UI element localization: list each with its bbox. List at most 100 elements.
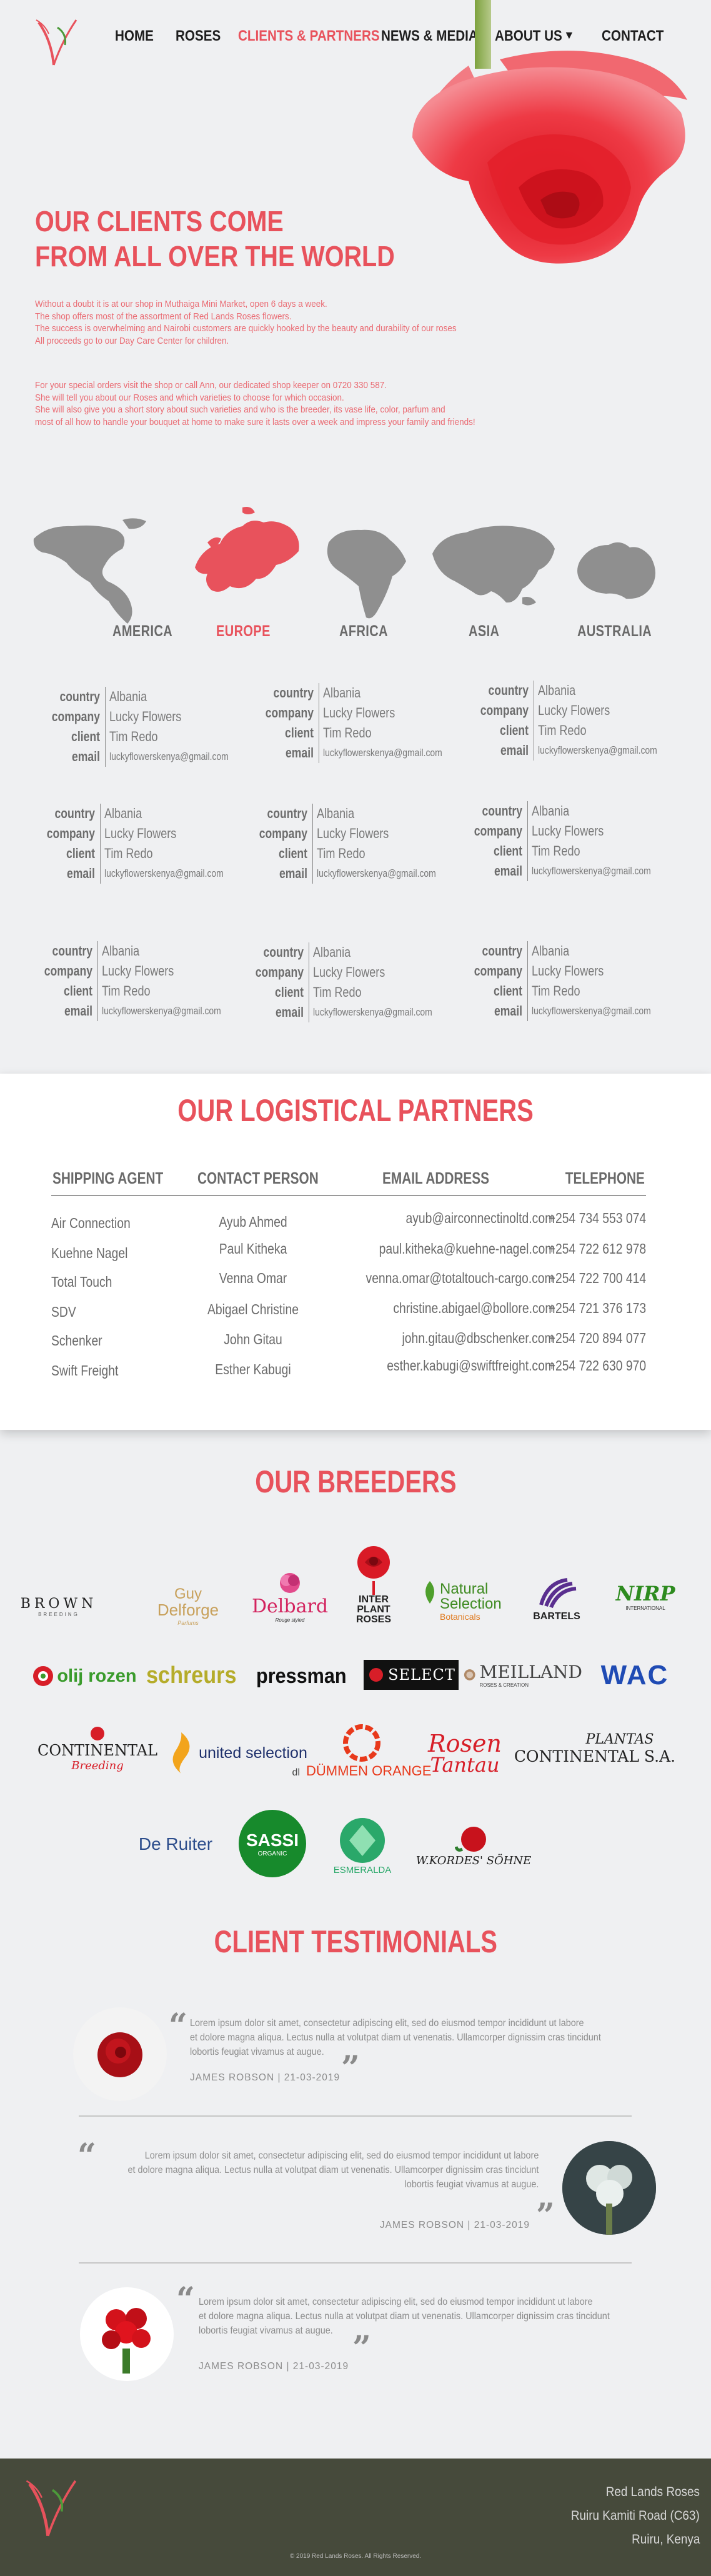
cell-phone[interactable]: +254 722 612 978 [549,1239,646,1258]
testimonial-divider [79,2262,632,2264]
nav-home[interactable]: HOME [115,27,154,45]
breeder-subname: Breeding [71,1759,124,1772]
breeder-logo-continental-breeding[interactable]: CONTINENTAL Breeding [37,1717,157,1780]
breeder-name: BROWN [20,1596,97,1612]
continental-rose-icon [91,1726,104,1740]
client-email[interactable]: luckyflowerskenya@gmail.com [532,861,651,881]
client-card: country company client email Albania Lucky F… [245,683,457,764]
breeder-logo-pressman[interactable]: pressman [245,1662,357,1690]
breeder-logo-kordes[interactable]: W.KORDES' SÖHNE [411,1817,536,1874]
client-card: country company client email Albania Lucky F… [26,804,239,885]
breeder-logo-de-ruiter[interactable]: De Ruiter [129,1822,222,1866]
client-key: country [59,689,100,704]
map-asia[interactable] [429,516,560,622]
breeder-logo-united-selection[interactable]: united selection [164,1731,307,1775]
breeder-logo-natural-selection[interactable]: Natural Selection Botanicals [419,1574,506,1630]
cell-email[interactable]: venna.omar@totaltouch-cargo.com [366,1269,555,1287]
cell-phone[interactable]: +254 734 553 074 [549,1209,646,1227]
nav-clients-partners[interactable]: CLIENTS & PARTNERS [238,27,380,45]
breeder-subname: Botanicals [440,1612,480,1622]
client-key: email [275,1004,304,1020]
client-email[interactable]: luckyflowerskenya@gmail.com [313,1002,432,1022]
region-tab-europe[interactable]: EUROPE [216,622,271,641]
region-tab-america[interactable]: AMERICA [112,622,172,641]
cell-phone[interactable]: +254 722 700 414 [549,1269,646,1287]
intro-line: All proceeds go to our Day Care Center f… [35,336,229,346]
client-key: email [66,866,95,881]
breeder-logo-nirp[interactable]: NIRP INTERNATIONAL [612,1565,679,1627]
breeder-logo-sassi[interactable]: SASSI ORGANIC [239,1810,306,1877]
map-australia[interactable] [574,536,661,611]
client-company: Lucky Flowers [317,826,389,841]
map-america[interactable] [29,514,172,626]
testimonial-line: et dolore magna aliqua. Lectus nulla at … [199,2311,610,2322]
meilland-rose-icon [464,1669,475,1680]
breeder-logo-plantas-continental[interactable]: PLANTAS CONTINENTAL S.A. [514,1724,675,1774]
bartels-stripes-icon [539,1578,577,1609]
client-email[interactable]: luckyflowerskenya@gmail.com [317,864,436,884]
testimonial-line: Lorem ipsum dolor sit amet, consectetur … [144,2150,539,2161]
cell-phone[interactable]: +254 722 630 970 [549,1356,646,1375]
client-key: email [500,742,529,758]
client-country: Albania [104,806,142,821]
footer-logo[interactable] [21,2475,84,2544]
cell-email[interactable]: john.gitau@dbschenker.com [402,1329,555,1347]
breeder-logo-guy-delforge[interactable]: Guy Delforge Parfums [147,1585,229,1626]
cell-email[interactable]: ayub@airconnectinoltd.com [405,1209,555,1227]
client-card: country company client email Albania Lucky F… [24,941,236,1022]
footer-address-line: Ruiru Kamiti Road (C63) [571,2509,700,2523]
shop-line: For your special orders visit the shop o… [35,381,387,391]
client-email[interactable]: luckyflowerskenya@gmail.com [323,743,442,763]
cell-phone[interactable]: +254 720 894 077 [549,1329,646,1347]
breeder-logo-esmeralda[interactable]: ESMERALDA [325,1811,400,1880]
breeder-logo-interplant[interactable]: INTER PLANT ROSES [342,1537,405,1631]
client-email[interactable]: luckyflowerskenya@gmail.com [104,864,224,884]
client-company: Lucky Flowers [104,826,177,841]
breeder-logo-schreurs[interactable]: schreurs [141,1660,241,1691]
natural-selection-leaf-icon [425,1581,434,1604]
map-africa[interactable] [320,524,414,624]
breeder-name: BARTELS [533,1611,580,1622]
cell-email[interactable]: paul.kitheka@kuehne-nagel.com [379,1239,555,1258]
client-company: Lucky Flowers [313,964,385,980]
breeder-logo-rosen-tantau[interactable]: Rosen Tantau [415,1729,515,1779]
intro-line: The success is overwhelming and Nairobi … [35,324,457,334]
region-tab-africa[interactable]: AFRICA [339,622,388,641]
breeder-logo-olij-rozen[interactable]: olij rozen [31,1662,137,1690]
cell-email[interactable]: christine.abigael@bollore.com [393,1299,555,1317]
client-email[interactable]: luckyflowerskenya@gmail.com [532,1001,651,1021]
breeder-name: SASSI [246,1830,299,1850]
region-tab-asia[interactable]: ASIA [469,622,499,641]
testimonial-divider [79,2115,632,2117]
client-name: Tim Redo [104,846,153,861]
breeder-logo-select[interactable]: SELECT [364,1660,459,1690]
client-name: Tim Redo [313,984,362,1000]
client-key: company [44,963,92,979]
client-company: Lucky Flowers [109,709,182,724]
breeder-logo-dummen-orange[interactable]: dl DÜMMEN ORANGE [290,1720,434,1782]
client-email[interactable]: luckyflowerskenya@gmail.com [538,741,657,761]
client-country: Albania [102,943,140,959]
cell-agent: SDV [51,1304,76,1320]
breeder-logo-bartels[interactable]: BARTELS [522,1571,591,1627]
red-lands-roses-logo[interactable] [32,15,82,71]
kordes-rose-icon [455,1826,486,1852]
client-card: country company client email Albania Lucky F… [454,941,666,1022]
client-email[interactable]: luckyflowerskenya@gmail.com [102,1001,221,1021]
breeder-logo-wac[interactable]: WAC [591,1660,679,1691]
testimonial-avatar [73,2007,167,2101]
nav-roses[interactable]: ROSES [176,27,221,45]
breeder-subname: ROSES & CREATION [479,1682,529,1688]
breeder-logo-delbard[interactable]: Delbard Rouge styled [251,1569,329,1625]
client-key: email [494,1003,522,1019]
cell-contact: John Gitau [224,1331,282,1347]
map-europe[interactable] [182,505,307,624]
breeder-logo-brown[interactable]: BROWN BREEDING [21,1591,94,1622]
cell-phone[interactable]: +254 721 376 173 [549,1299,646,1317]
breeder-logo-meilland[interactable]: MEILLAND ROSES & CREATION [464,1657,582,1692]
cell-contact: Esther Kabugi [215,1361,291,1377]
cell-email[interactable]: esther.kabugi@swiftfreight.com [387,1356,555,1375]
breeder-name: Delbard [251,1595,329,1617]
client-email[interactable]: luckyflowerskenya@gmail.com [109,747,229,767]
region-tab-australia[interactable]: AUSTRALIA [577,622,652,641]
